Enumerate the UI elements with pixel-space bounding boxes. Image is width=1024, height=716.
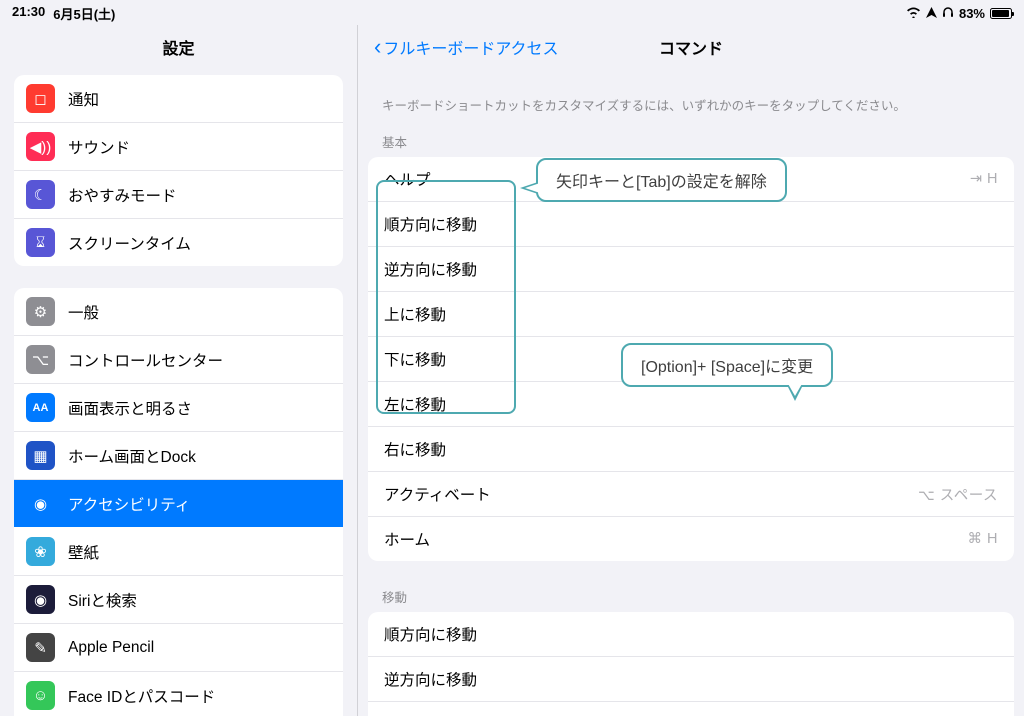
section-header: 基本 (358, 132, 1024, 157)
sidebar-item-label: 通知 (68, 88, 99, 110)
faceid-icon: ☺︎ (26, 681, 55, 710)
sidebar-title: 設定 (0, 25, 357, 75)
sidebar-item-text-size[interactable]: AA 画面表示と明るさ (14, 383, 343, 431)
status-bar: 21:30 6月5日(土) 83% (0, 0, 1024, 25)
command-shortcut: ⌥ スペース (918, 484, 998, 505)
command-label: 順方向に移動 (384, 623, 477, 645)
chevron-left-icon: ‹ (374, 36, 381, 58)
annotation-callout-2: [Option]+ [Space]に変更 (621, 343, 833, 387)
command-row[interactable]: ホーム ⌘ H (368, 516, 1014, 561)
command-label: 逆方向に移動 (384, 258, 477, 280)
command-row[interactable]: 順方向に移動 (368, 612, 1014, 656)
command-label: アクティベート (384, 483, 491, 505)
command-row[interactable]: 順方向に移動 (368, 201, 1014, 246)
command-label: 左に移動 (384, 393, 446, 415)
sidebar-item-label: Siriと検索 (68, 589, 137, 611)
sidebar-item-pencil[interactable]: ✎ Apple Pencil (14, 623, 343, 671)
command-label: 下に移動 (384, 348, 446, 370)
section-header: 移動 (358, 561, 1024, 612)
sidebar-item-label: おやすみモード (68, 184, 177, 206)
sidebar-item-label: Apple Pencil (68, 639, 154, 657)
bell-icon: ◻︎ (26, 84, 55, 113)
sidebar-item-label: ホーム画面とDock (68, 445, 196, 467)
customization-hint: キーボードショートカットをカスタマイズするには、いずれかのキーをタップしてくださ… (358, 75, 1024, 132)
command-label: 上に移動 (384, 303, 446, 325)
grid-icon: ▦ (26, 441, 55, 470)
command-label: ホーム (384, 528, 430, 550)
command-row[interactable]: 逆方向に移動 (368, 246, 1014, 291)
moon-icon: ☾ (26, 180, 55, 209)
sidebar-item-hourglass[interactable]: ⌛︎ スクリーンタイム (14, 218, 343, 266)
sidebar-item-gear[interactable]: ⚙ 一般 (14, 288, 343, 335)
command-row[interactable]: 上に移動 (368, 701, 1014, 716)
command-label: 右に移動 (384, 438, 446, 460)
sidebar-item-accessibility[interactable]: ◉ アクセシビリティ (14, 479, 343, 527)
sidebar-item-label: アクセシビリティ (68, 493, 190, 515)
command-shortcut: ⇥ H (970, 171, 998, 187)
command-label: 順方向に移動 (384, 213, 477, 235)
settings-sidebar: 設定 ◻︎ 通知 ◀︎)) サウンド ☾ おやすみモード ⌛︎ スクリーンタイム ⚙ 一般 ⌥ コント… (0, 25, 358, 716)
headphones-icon (942, 6, 954, 21)
pencil-icon: ✎ (26, 633, 55, 662)
sidebar-item-siri[interactable]: ◉ Siriと検索 (14, 575, 343, 623)
command-label: ヘルプ (384, 168, 431, 190)
sidebar-item-label: スクリーンタイム (68, 232, 191, 254)
sidebar-item-grid[interactable]: ▦ ホーム画面とDock (14, 431, 343, 479)
sidebar-item-label: Face IDとパスコード (68, 685, 215, 707)
sidebar-item-bell[interactable]: ◻︎ 通知 (14, 75, 343, 122)
battery-percent: 83% (959, 6, 985, 21)
command-label: 逆方向に移動 (384, 668, 477, 690)
command-row[interactable]: アクティベート ⌥ スペース (368, 471, 1014, 516)
command-row[interactable]: 逆方向に移動 (368, 656, 1014, 701)
sidebar-item-label: サウンド (68, 136, 130, 158)
sidebar-item-label: 一般 (68, 301, 99, 323)
battery-icon (990, 8, 1012, 19)
wallpaper-icon: ❀ (26, 537, 55, 566)
sidebar-item-faceid[interactable]: ☺︎ Face IDとパスコード (14, 671, 343, 716)
status-date: 6月5日(土) (53, 4, 115, 23)
detail-pane: ‹ フルキーボードアクセス コマンド キーボードショートカットをカスタマイズする… (358, 25, 1024, 716)
command-row[interactable]: 右に移動 (368, 426, 1014, 471)
sidebar-item-label: 壁紙 (68, 541, 99, 563)
back-button[interactable]: ‹ フルキーボードアクセス (374, 35, 559, 59)
hourglass-icon: ⌛︎ (26, 228, 55, 257)
command-row[interactable]: 左に移動 (368, 381, 1014, 426)
status-time: 21:30 (12, 4, 45, 23)
sidebar-item-wallpaper[interactable]: ❀ 壁紙 (14, 527, 343, 575)
siri-icon: ◉ (26, 585, 55, 614)
command-shortcut: ⌘ H (968, 531, 999, 547)
wifi-icon (906, 6, 921, 21)
back-label: フルキーボードアクセス (383, 35, 558, 59)
sidebar-item-sliders[interactable]: ⌥ コントロールセンター (14, 335, 343, 383)
sidebar-item-label: コントロールセンター (68, 349, 223, 371)
sidebar-item-speaker[interactable]: ◀︎)) サウンド (14, 122, 343, 170)
accessibility-icon: ◉ (26, 489, 55, 518)
sidebar-item-moon[interactable]: ☾ おやすみモード (14, 170, 343, 218)
annotation-callout-1: 矢印キーと[Tab]の設定を解除 (536, 158, 787, 202)
gear-icon: ⚙ (26, 297, 55, 326)
location-icon (926, 6, 937, 21)
text-size-icon: AA (26, 393, 55, 422)
command-row[interactable]: 上に移動 (368, 291, 1014, 336)
sidebar-item-label: 画面表示と明るさ (68, 397, 192, 419)
speaker-icon: ◀︎)) (26, 132, 55, 161)
sliders-icon: ⌥ (26, 345, 55, 374)
